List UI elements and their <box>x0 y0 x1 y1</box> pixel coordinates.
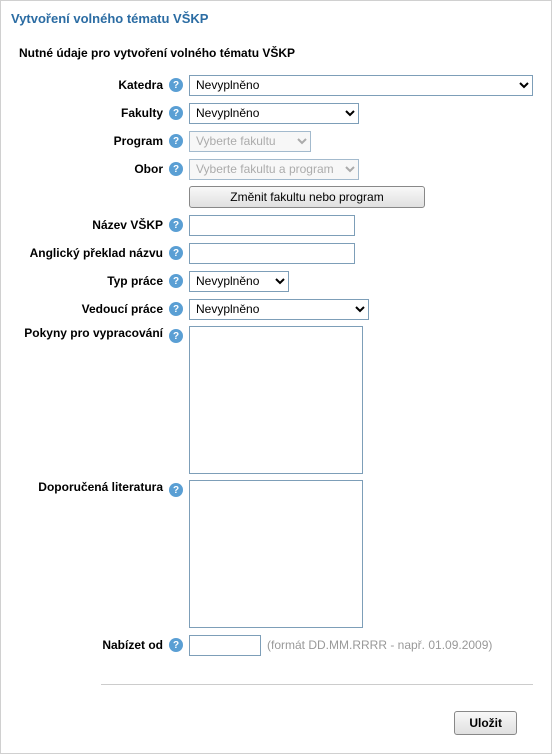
select-obor: Vyberte fakultu a program <box>189 159 359 180</box>
help-icon[interactable]: ? <box>169 483 183 497</box>
save-button[interactable]: Uložit <box>454 711 517 735</box>
row-literatura: Doporučená literatura ? <box>11 480 541 628</box>
help-icon[interactable]: ? <box>169 302 183 316</box>
help-icon[interactable]: ? <box>169 329 183 343</box>
label-fakulty: Fakulty <box>11 106 169 120</box>
input-nazev-vskp[interactable] <box>189 215 355 236</box>
help-icon[interactable]: ? <box>169 78 183 92</box>
help-icon[interactable]: ? <box>169 106 183 120</box>
row-vedouci: Vedoucí práce ? Nevyplněno <box>11 298 541 320</box>
row-nazev: Název VŠKP ? <box>11 214 541 236</box>
label-literatura: Doporučená literatura <box>11 480 169 494</box>
row-katedra: Katedra ? Nevyplněno <box>11 74 541 96</box>
divider <box>101 684 533 685</box>
help-icon[interactable]: ? <box>169 134 183 148</box>
label-pokyny: Pokyny pro vypracování <box>11 326 169 340</box>
select-katedra[interactable]: Nevyplněno <box>189 75 533 96</box>
label-nabizet: Nabízet od <box>11 638 169 652</box>
help-icon[interactable]: ? <box>169 274 183 288</box>
label-nazev: Název VŠKP <box>11 218 169 232</box>
help-icon[interactable]: ? <box>169 638 183 652</box>
label-vedouci: Vedoucí práce <box>11 302 169 316</box>
input-anglicky-preklad[interactable] <box>189 243 355 264</box>
help-icon[interactable]: ? <box>169 162 183 176</box>
section-required-label: Nutné údaje pro vytvoření volného tématu… <box>19 46 541 60</box>
row-obor: Obor ? Vyberte fakultu a program <box>11 158 541 180</box>
label-katedra: Katedra <box>11 78 169 92</box>
label-obor: Obor <box>11 162 169 176</box>
form-container: Vytvoření volného tématu VŠKP Nutné údaj… <box>0 0 552 754</box>
select-vedouci-prace[interactable]: Nevyplněno <box>189 299 369 320</box>
select-fakulty[interactable]: Nevyplněno <box>189 103 359 124</box>
hint-nabizet-format: (formát DD.MM.RRRR - např. 01.09.2009) <box>267 638 492 652</box>
textarea-pokyny-vypracovani[interactable] <box>189 326 363 474</box>
label-typprace: Typ práce <box>11 274 169 288</box>
textarea-doporucena-literatura[interactable] <box>189 480 363 628</box>
button-row: Uložit <box>11 711 541 735</box>
row-change-button: Změnit fakultu nebo program <box>11 186 541 208</box>
select-program: Vyberte fakultu <box>189 131 311 152</box>
help-icon[interactable]: ? <box>169 218 183 232</box>
select-typ-prace[interactable]: Nevyplněno <box>189 271 289 292</box>
page-title: Vytvoření volného tématu VŠKP <box>11 11 541 26</box>
label-anglicky: Anglický překlad názvu <box>11 246 169 260</box>
row-typprace: Typ práce ? Nevyplněno <box>11 270 541 292</box>
help-icon[interactable]: ? <box>169 246 183 260</box>
row-program: Program ? Vyberte fakultu <box>11 130 541 152</box>
row-pokyny: Pokyny pro vypracování ? <box>11 326 541 474</box>
row-fakulty: Fakulty ? Nevyplněno <box>11 102 541 124</box>
input-nabizet-od[interactable] <box>189 635 261 656</box>
label-program: Program <box>11 134 169 148</box>
change-faculty-program-button[interactable]: Změnit fakultu nebo program <box>189 186 425 208</box>
row-anglicky: Anglický překlad názvu ? <box>11 242 541 264</box>
row-nabizet: Nabízet od ? (formát DD.MM.RRRR - např. … <box>11 634 541 656</box>
